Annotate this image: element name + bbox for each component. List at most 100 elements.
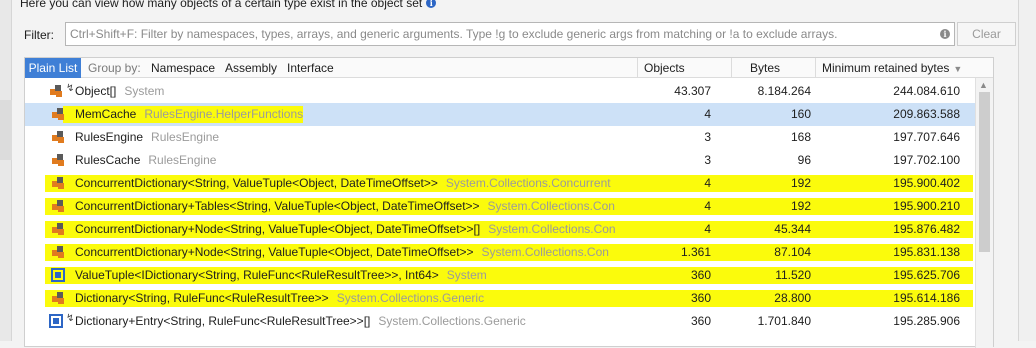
class-icon [52,292,64,304]
class-icon [52,177,64,189]
table-row[interactable]: ↯ Dictionary+Entry<String, RuleFunc<RuleR… [25,310,975,333]
type-name-cell: Object[] System [75,84,165,98]
plain-list-button[interactable]: Plain List [25,58,81,78]
bytes-cell: 160 [790,107,811,121]
table-row[interactable]: ConcurrentDictionary<String, ValueTuple<… [25,172,975,195]
grid-header: Plain List Group by: Namespace Assembly … [25,58,993,78]
objects-cell: 360 [690,314,711,328]
type-name-cell: ConcurrentDictionary+Node<String, ValueT… [75,222,616,236]
table-row[interactable]: RulesEngine RulesEngine 3 168 197.707.646 [25,126,975,149]
clear-button[interactable]: Clear [957,22,1016,46]
bytes-cell: 168 [790,130,811,144]
scrollbar-thumb[interactable] [979,92,990,252]
struct-icon [49,314,63,328]
group-by-namespace[interactable]: Namespace [151,61,215,75]
group-by-interface[interactable]: Interface [287,61,334,75]
struct-icon [51,268,65,282]
bytes-cell: 28.800 [774,291,811,305]
retained-cell: 195.614.186 [893,291,960,305]
bytes-cell: 192 [790,199,811,213]
type-name-cell: ConcurrentDictionary+Node<String, ValueT… [75,245,609,259]
objects-cell: 360 [690,268,711,282]
bytes-cell: 192 [790,176,811,190]
table-row[interactable]: Dictionary<String, RuleFunc<RuleResultTr… [25,287,975,310]
class-icon [52,246,64,258]
class-icon [52,108,64,120]
retained-cell: 197.707.646 [893,130,960,144]
class-icon [52,200,64,212]
info-icon: i [426,0,437,8]
type-name-cell: Dictionary+Entry<String, RuleFunc<RuleRe… [75,314,526,328]
objects-cell: 43.307 [674,84,711,98]
retained-cell: 209.863.588 [893,107,960,121]
table-row[interactable]: ConcurrentDictionary+Node<String, ValueT… [25,218,975,241]
namespace-label: System.Collections.Con [487,199,615,213]
column-objects[interactable]: Objects [637,58,731,78]
namespace-label: System.Collections.Con [488,222,616,236]
bytes-cell: 45.344 [774,222,811,236]
group-by-assembly[interactable]: Assembly [225,61,277,75]
retained-cell: 197.702.100 [893,153,960,167]
objects-cell: 3 [704,130,711,144]
objects-cell: 360 [690,291,711,305]
objects-cell: 4 [704,222,711,236]
column-bytes[interactable]: Bytes [731,58,815,78]
objects-cell: 4 [704,107,711,121]
group-by-label: Group by: [88,61,141,75]
vertical-scrollbar[interactable]: ▲ [975,78,993,348]
filter-label: Filter: [24,28,54,42]
retained-cell: 195.625.706 [893,268,960,282]
bytes-cell: 11.520 [775,268,811,282]
type-name-cell: MemCache RulesEngine.HelperFunctions [75,107,304,121]
filter-bar: Filter: i Clear [24,22,1016,48]
filter-info-icon[interactable]: i [940,29,950,39]
retained-cell: 195.876.482 [893,222,960,236]
objects-cell: 3 [704,153,711,167]
left-panel-edge [0,0,12,341]
sort-descending-icon: ▼ [953,64,963,74]
table-row[interactable]: RulesCache RulesEngine 3 96 197.702.100 [25,149,975,172]
bytes-cell: 1.701.840 [757,314,811,328]
scroll-up-icon[interactable]: ▲ [979,80,988,90]
right-panel-edge [1018,0,1036,341]
namespace-label: System.Collections.Concurrent [445,176,611,190]
array-flag-icon: ↯ [66,313,75,324]
filter-field[interactable]: i [65,22,955,46]
table-row[interactable]: ConcurrentDictionary+Node<String, ValueT… [25,241,975,264]
class-icon [52,223,64,235]
retained-cell: 195.900.210 [893,199,960,213]
class-icon [52,131,64,143]
namespace-label: System.Collections.Generic [336,291,485,305]
array-flag-icon: ↯ [66,83,75,94]
namespace-label: System [124,84,165,98]
type-name-cell: Dictionary<String, RuleFunc<RuleResultTr… [75,291,485,305]
table-row[interactable]: ↯ Object[] System 43.307 8.184.264 244.084.61… [25,80,975,103]
retained-cell: 244.084.610 [893,84,960,98]
type-name-cell: ConcurrentDictionary+Tables<String, Valu… [75,199,615,213]
table-row[interactable]: ValueTuple<IDictionary<String, RuleFunc<… [25,264,975,287]
namespace-label: RulesEngine.HelperFunctions [144,107,304,121]
type-name-cell: ValueTuple<IDictionary<String, RuleFunc<… [75,268,487,282]
table-row[interactable]: MemCache RulesEngine.HelperFunctions 4 160 2… [25,103,975,126]
retained-cell: 195.900.402 [893,176,960,190]
type-name-cell: RulesEngine RulesEngine [75,130,220,144]
bytes-cell: 87.104 [774,245,811,259]
column-retained[interactable]: Minimum retained bytes ▼ [815,58,975,78]
bytes-cell: 8.184.264 [757,84,811,98]
retained-cell: 195.831.138 [893,245,960,259]
objects-cell: 1.361 [680,245,711,259]
class-icon [50,85,62,97]
filter-input[interactable] [70,26,908,42]
type-name-cell: RulesCache RulesEngine [75,153,217,167]
objects-cell: 4 [704,199,711,213]
bytes-cell: 96 [797,153,811,167]
namespace-label: System.Collections.Generic [378,314,526,328]
object-types-grid: Plain List Group by: Namespace Assembly … [24,57,994,348]
retained-cell: 195.285.906 [893,314,960,328]
namespace-label: System [446,268,487,282]
table-row[interactable]: ConcurrentDictionary+Tables<String, Valu… [25,195,975,218]
hint-text: Here you can view how many objects of a … [20,0,437,10]
objects-cell: 4 [704,176,711,190]
class-icon [52,154,64,166]
namespace-label: RulesEngine [148,153,217,167]
